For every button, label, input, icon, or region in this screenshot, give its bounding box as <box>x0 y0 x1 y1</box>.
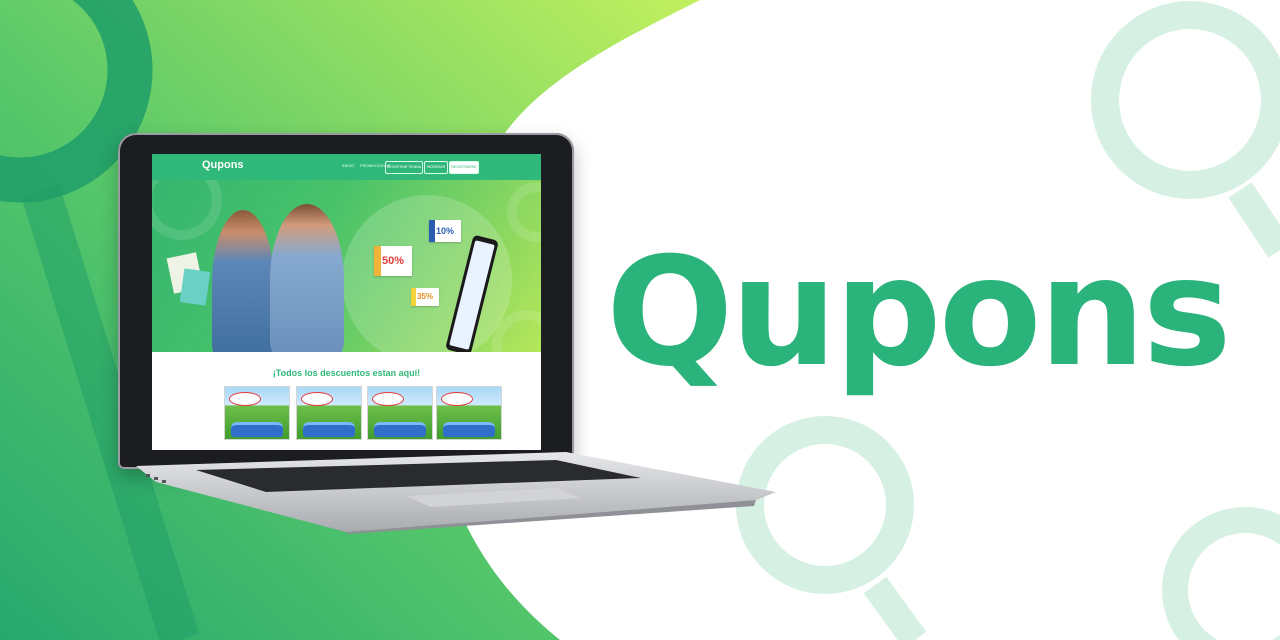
q-logo-icon <box>152 180 222 240</box>
product-card[interactable] <box>436 386 502 440</box>
person-left <box>212 210 274 352</box>
person-right <box>270 204 344 352</box>
coupon-35: 35% <box>411 288 439 306</box>
coupon-50: 50% <box>374 246 412 276</box>
q-logo-icon <box>507 182 541 242</box>
q-logo-icon <box>1162 507 1280 640</box>
site-navbar: Qupons INICIO PROMOCIONES REGISTRAR TIEN… <box>152 154 541 180</box>
login-button[interactable]: INGRESAR <box>424 161 448 174</box>
site-logo[interactable]: Qupons <box>202 159 244 171</box>
laptop-screen: Qupons INICIO PROMOCIONES REGISTRAR TIEN… <box>152 154 541 450</box>
coupon-10: 10% <box>429 220 461 242</box>
register-store-button[interactable]: REGISTRAR TIENDA <box>385 161 423 174</box>
signup-button[interactable]: REGISTRARSE <box>449 161 479 174</box>
laptop-base <box>136 452 776 534</box>
hero-banner: 10% 50% 35% <box>152 180 541 352</box>
section-title: ¡Todos los descuentos estan aquí! <box>272 368 421 378</box>
brand-wordmark: Qupons <box>606 226 1232 400</box>
shopping-bag-icon <box>179 268 211 306</box>
product-card[interactable] <box>367 386 433 440</box>
q-logo-icon <box>1091 1 1280 258</box>
product-card[interactable] <box>296 386 362 440</box>
product-card[interactable] <box>224 386 290 440</box>
nav-inicio[interactable]: INICIO <box>342 163 354 168</box>
